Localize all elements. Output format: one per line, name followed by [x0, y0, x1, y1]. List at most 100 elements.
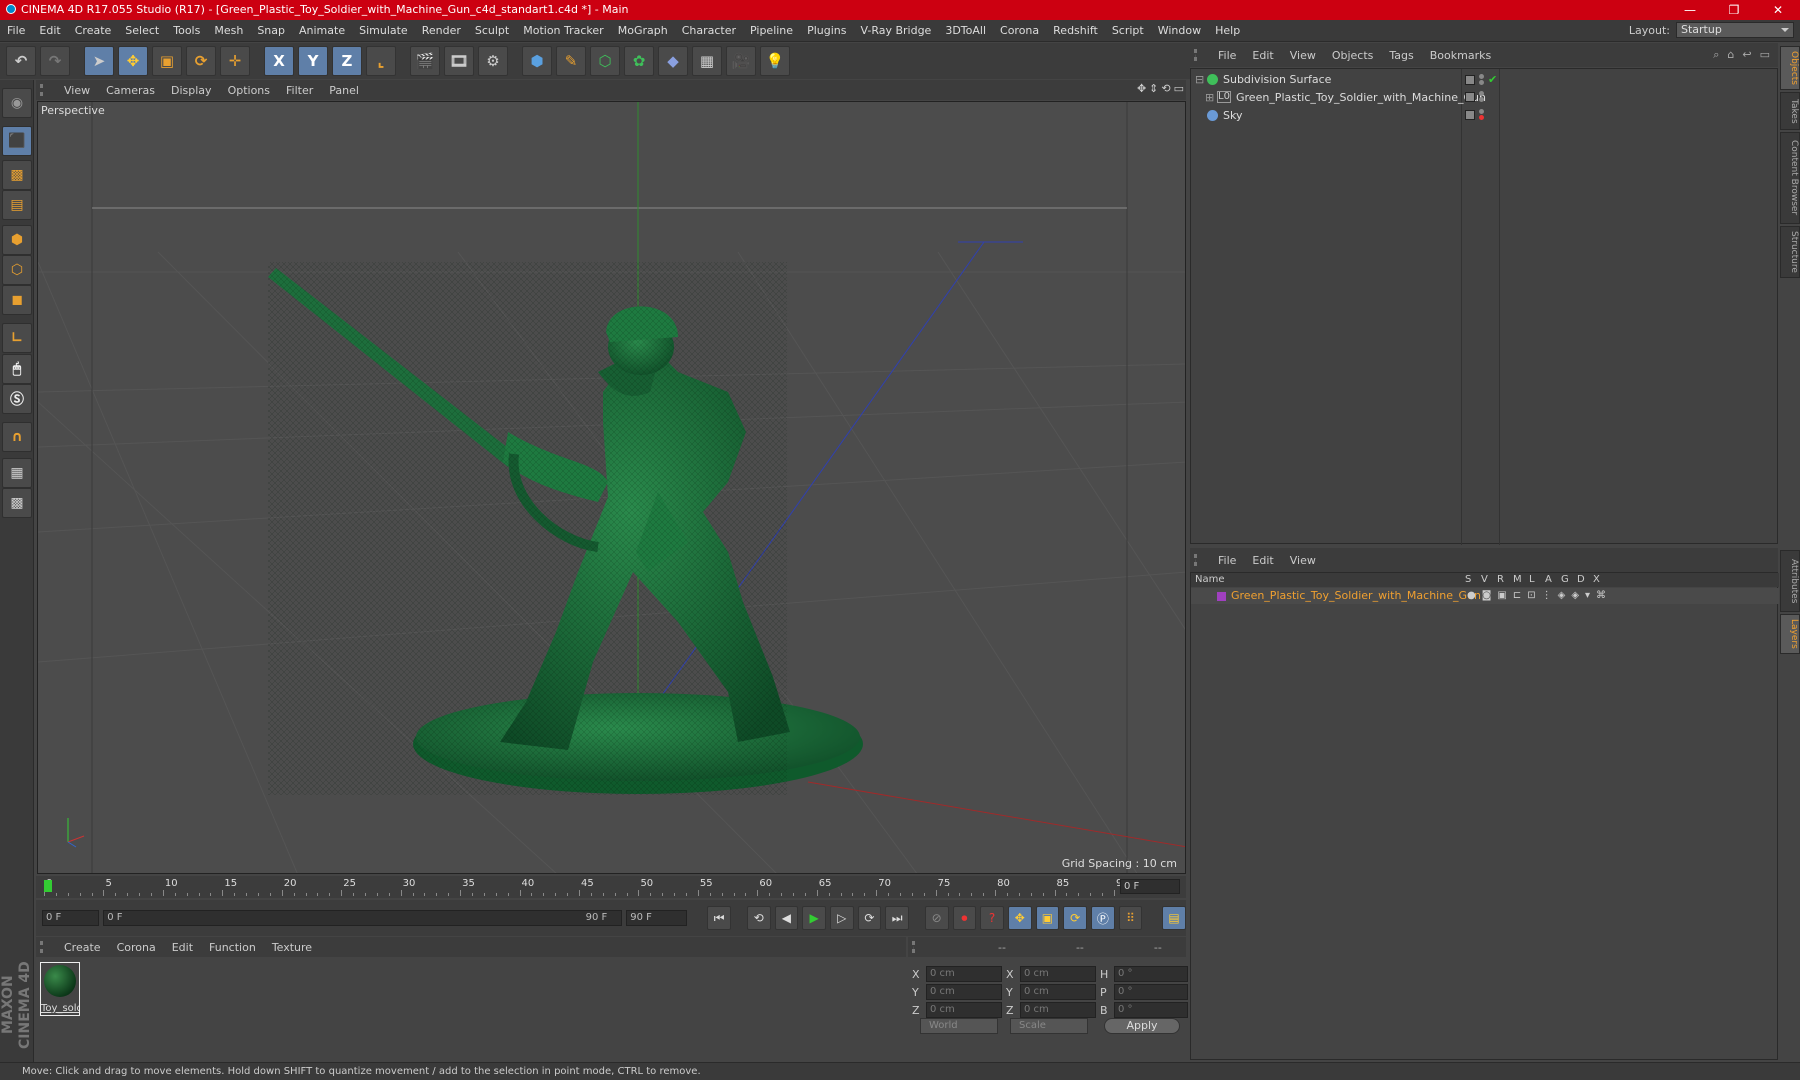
- motion-record-icon[interactable]: ⊘: [924, 906, 949, 930]
- col-render[interactable]: R: [1497, 574, 1504, 585]
- panel-grip-icon[interactable]: [40, 84, 50, 96]
- menu-character[interactable]: Character: [675, 24, 743, 37]
- viewport-menu-view[interactable]: View: [56, 84, 98, 97]
- enabled-check-icon[interactable]: ✔: [1488, 73, 1497, 86]
- grid-snap-icon[interactable]: ▩: [2, 488, 32, 518]
- menu-simulate[interactable]: Simulate: [352, 24, 415, 37]
- key-rotation-icon[interactable]: ⟳: [1063, 906, 1087, 930]
- menu-snap[interactable]: Snap: [250, 24, 292, 37]
- axis-mode-icon[interactable]: ∟: [2, 323, 32, 353]
- mograph-cloner-icon[interactable]: ✿: [624, 46, 654, 76]
- solo-mode-icon[interactable]: Ⓢ: [2, 384, 32, 414]
- object-row-subdivision-surface[interactable]: ⊟ Subdivision Surface: [1195, 70, 1331, 88]
- object-menu-objects[interactable]: Objects: [1324, 49, 1382, 62]
- minimize-button[interactable]: —: [1668, 0, 1712, 20]
- playhead[interactable]: [44, 880, 52, 892]
- edges-mode-icon[interactable]: ⬡: [2, 255, 32, 285]
- menu-motion-tracker[interactable]: Motion Tracker: [516, 24, 610, 37]
- search-icon[interactable]: ⌕: [1713, 48, 1719, 62]
- panel-grip-icon[interactable]: [1194, 49, 1204, 61]
- move-tool-icon[interactable]: ✥: [118, 46, 148, 76]
- undo-icon[interactable]: ↶: [6, 46, 36, 76]
- layer-checkbox[interactable]: [1465, 74, 1475, 85]
- texture-mode-icon[interactable]: ▩: [2, 160, 32, 190]
- key-position-icon[interactable]: ✥: [1007, 906, 1032, 930]
- size-x-field[interactable]: 0 cm: [1020, 966, 1096, 982]
- new-window-icon[interactable]: ▭: [1760, 48, 1770, 62]
- close-button[interactable]: ✕: [1756, 0, 1800, 20]
- viewport-menu-display[interactable]: Display: [163, 84, 220, 97]
- viewport-menu-cameras[interactable]: Cameras: [98, 84, 163, 97]
- menu-mesh[interactable]: Mesh: [207, 24, 250, 37]
- material-menu-edit[interactable]: Edit: [164, 941, 201, 954]
- material-menu-function[interactable]: Function: [201, 941, 264, 954]
- menu-edit[interactable]: Edit: [32, 24, 67, 37]
- menu-window[interactable]: Window: [1151, 24, 1208, 37]
- edit-render-settings-icon[interactable]: ⚙: [478, 46, 508, 76]
- tab-layers[interactable]: Layers: [1780, 614, 1800, 654]
- cube-primitive-icon[interactable]: ⬢: [522, 46, 552, 76]
- tab-structure[interactable]: Structure: [1780, 226, 1800, 278]
- object-row-soldier[interactable]: ⊞ L0 Green_Plastic_Toy_Soldier_with_Mach…: [1205, 88, 1486, 106]
- polygons-mode-icon[interactable]: ◼: [2, 285, 32, 315]
- pan-icon[interactable]: ✥: [1137, 82, 1146, 95]
- menu-select[interactable]: Select: [118, 24, 166, 37]
- redo-icon[interactable]: ↷: [40, 46, 70, 76]
- menu-plugins[interactable]: Plugins: [800, 24, 853, 37]
- make-editable-icon[interactable]: ◉: [2, 88, 32, 118]
- object-menu-bookmarks[interactable]: Bookmarks: [1422, 49, 1499, 62]
- previous-key-icon[interactable]: ⟲: [746, 906, 771, 930]
- go-to-end-icon[interactable]: ⏭: [885, 906, 909, 930]
- apply-button[interactable]: Apply: [1104, 1018, 1180, 1034]
- deformer-icon[interactable]: ◆: [658, 46, 688, 76]
- col-generators[interactable]: G: [1561, 574, 1569, 585]
- menu-mograph[interactable]: MoGraph: [611, 24, 675, 37]
- menu-render[interactable]: Render: [415, 24, 468, 37]
- camera-icon[interactable]: 🎥: [726, 46, 756, 76]
- rot-b-field[interactable]: 0 °: [1114, 1002, 1188, 1018]
- object-menu-file[interactable]: File: [1210, 49, 1244, 62]
- record-active-objects-icon[interactable]: ⏺: [952, 906, 977, 930]
- toy-soldier-model[interactable]: [38, 102, 1186, 874]
- orbit-icon[interactable]: ⟲: [1161, 82, 1170, 95]
- menu-vray-bridge[interactable]: V-Ray Bridge: [853, 24, 938, 37]
- model-mode-icon[interactable]: ⬛: [2, 126, 32, 156]
- menu-animate[interactable]: Animate: [292, 24, 352, 37]
- start-frame-field[interactable]: 0 F: [42, 910, 100, 926]
- tab-attributes[interactable]: Attributes: [1780, 550, 1800, 612]
- coordinate-system-icon[interactable]: ⌞: [366, 46, 396, 76]
- menu-corona[interactable]: Corona: [993, 24, 1046, 37]
- panel-grip-icon[interactable]: [912, 941, 922, 953]
- col-manager[interactable]: M: [1513, 574, 1522, 585]
- key-parameter-icon[interactable]: Ⓟ: [1090, 906, 1115, 930]
- z-axis-lock-button[interactable]: Z: [332, 46, 362, 76]
- layer-color-swatch[interactable]: [1217, 592, 1226, 601]
- live-select-icon[interactable]: ✛: [220, 46, 250, 76]
- viewport-menu-options[interactable]: Options: [220, 84, 278, 97]
- layer-menu-file[interactable]: File: [1210, 554, 1244, 567]
- material-menu-texture[interactable]: Texture: [264, 941, 320, 954]
- pos-y-field[interactable]: 0 cm: [926, 984, 1002, 1000]
- light-bulb-icon[interactable]: 💡: [760, 46, 790, 76]
- subdivision-surface-icon[interactable]: ⬡: [590, 46, 620, 76]
- maximize-view-icon[interactable]: ▭: [1174, 82, 1184, 95]
- menu-file[interactable]: File: [0, 24, 32, 37]
- menu-create[interactable]: Create: [68, 24, 119, 37]
- timeline-ruler[interactable]: 051015202530354045505560657075808590 0 F: [36, 876, 1186, 898]
- workplane-lock-icon[interactable]: ▦: [2, 458, 32, 488]
- col-expressions[interactable]: X: [1593, 574, 1600, 585]
- object-menu-edit[interactable]: Edit: [1244, 49, 1281, 62]
- col-view[interactable]: V: [1481, 574, 1488, 585]
- col-animation[interactable]: A: [1545, 574, 1552, 585]
- perspective-viewport[interactable]: Perspective Grid Spacing : 10 cm: [37, 101, 1186, 874]
- frame-range-slider[interactable]: 0 F 90 F: [103, 910, 623, 926]
- layout-dropdown[interactable]: Startup: [1676, 22, 1794, 38]
- end-frame-field[interactable]: 90 F: [626, 910, 688, 926]
- size-mode-dropdown[interactable]: Scale: [1010, 1018, 1088, 1034]
- object-menu-view[interactable]: View: [1282, 49, 1324, 62]
- tweak-mode-icon[interactable]: 🖱: [2, 354, 32, 384]
- col-locked[interactable]: L: [1529, 574, 1535, 585]
- collapse-icon[interactable]: ⊟: [1195, 73, 1207, 86]
- tab-content-browser[interactable]: Content Browser: [1780, 132, 1800, 224]
- col-deformers[interactable]: D: [1577, 574, 1585, 585]
